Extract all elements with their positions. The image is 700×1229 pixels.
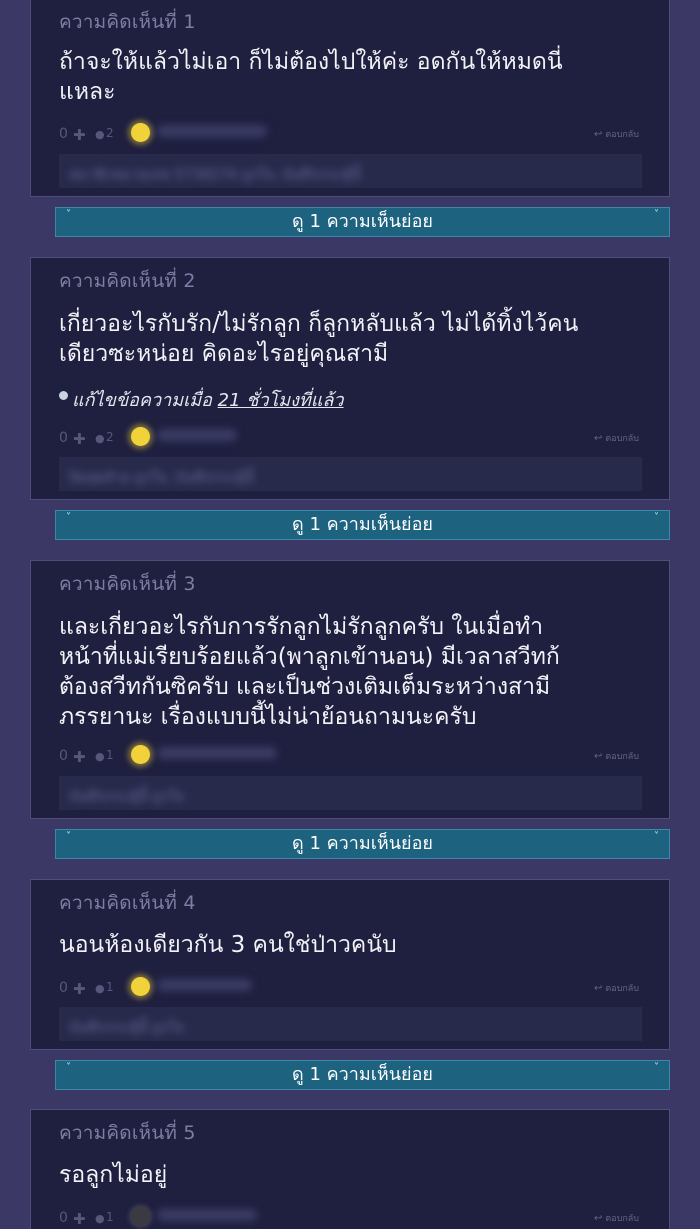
member-name[interactable] — [157, 979, 252, 991]
avatar[interactable] — [131, 1207, 150, 1226]
emotion-icon[interactable]: ● — [95, 432, 105, 445]
reply-button[interactable]: ↩ ตอบกลับ — [594, 431, 639, 445]
comment-number: ความคิดเห็นที่ 5 — [59, 1122, 196, 1144]
comment-meta: 0 ✚ ● 2 ↩ ตอบกลับ — [59, 427, 639, 449]
avatar[interactable] — [131, 123, 150, 142]
chevron-down-icon: ˅ — [654, 831, 659, 842]
emotion-icon[interactable]: ● — [95, 982, 105, 995]
member-name[interactable] — [157, 1209, 257, 1221]
reply-button[interactable]: ↩ ตอบกลับ — [594, 127, 639, 141]
vote-count: 0 — [59, 430, 68, 446]
reply-icon: ↩ — [593, 1213, 603, 1224]
comment-number: ความคิดเห็นที่ 4 — [59, 892, 196, 914]
comment-card: ความคิดเห็นที่ 3 และเกี่ยวอะไรกับการรักล… — [30, 560, 670, 819]
comment-feed: ความคิดเห็นที่ 1 ถ้าจะให้แล้วไม่เอา ก็ไม… — [0, 0, 700, 1229]
avatar[interactable] — [131, 745, 150, 764]
plus-icon[interactable]: ✚ — [73, 126, 86, 144]
comment-text: เกี่ยวอะไรกับรัก/ไม่รักลูก ก็ลูกหลับแล้ว… — [59, 311, 579, 367]
expand-subcomments-button[interactable]: ˅ ดู 1 ความเห็นย่อย ˅ — [55, 510, 670, 540]
comment-meta: 0 ✚ ● 1 ↩ ตอบกลับ — [59, 977, 639, 999]
chevron-down-icon: ˅ — [66, 209, 71, 220]
emotion-icon[interactable]: ● — [95, 128, 105, 141]
comment-card: ความคิดเห็นที่ 1 ถ้าจะให้แล้วไม่เอา ก็ไม… — [30, 0, 670, 197]
plus-icon[interactable]: ✚ — [73, 980, 86, 998]
member-name[interactable] — [157, 429, 237, 441]
member-name[interactable] — [157, 747, 277, 759]
subcomment-preview: บันทึกกระทู้นี้ ถูกใจ — [59, 776, 642, 810]
avatar[interactable] — [131, 427, 150, 446]
chevron-down-icon: ˅ — [66, 1062, 71, 1073]
emotion-count: 2 — [106, 126, 114, 140]
reply-button[interactable]: ↩ ตอบกลับ — [594, 981, 639, 995]
subcomment-preview: ปิดสุดท้าย ถูกใจ, บันทึกกระทู้นี้ — [59, 457, 642, 491]
comment-card: ความคิดเห็นที่ 2 เกี่ยวอะไรกับรัก/ไม่รัก… — [30, 257, 670, 500]
comment-text: และเกี่ยวอะไรกับการรักลูกไม่รักลูกครับ ใ… — [59, 614, 560, 730]
member-name[interactable] — [157, 125, 267, 137]
edit-note: แก้ไขข้อความเมื่อ 21 ชั่วโมงที่แล้ว — [59, 385, 344, 414]
comment-text: ถ้าจะให้แล้วไม่เอา ก็ไม่ต้องไปให้ค่ะ อดก… — [59, 49, 563, 105]
comment-card: ความคิดเห็นที่ 5 รอลูกไม่อยู่ 0 ✚ ● 1 ↩ ต… — [30, 1109, 670, 1229]
info-dot-icon — [59, 391, 68, 400]
comment-meta: 0 ✚ ● 1 ↩ ตอบกลับ — [59, 1207, 639, 1229]
expand-subcomments-button[interactable]: ˅ ดู 1 ความเห็นย่อย ˅ — [55, 1060, 670, 1090]
emotion-count: 1 — [106, 1210, 114, 1224]
emotion-count: 2 — [106, 430, 114, 444]
vote-count: 0 — [59, 1210, 68, 1226]
reply-icon: ↩ — [593, 983, 603, 994]
chevron-down-icon: ˅ — [654, 512, 659, 523]
chevron-down-icon: ˅ — [654, 1062, 659, 1073]
chevron-down-icon: ˅ — [66, 831, 71, 842]
comment-card: ความคิดเห็นที่ 4 นอนห้องเดียวกัน 3 คนใช่… — [30, 879, 670, 1050]
reply-icon: ↩ — [593, 129, 603, 140]
subcomment-preview: บันทึกกระทู้นี้ ถูกใจ — [59, 1007, 642, 1041]
vote-count: 0 — [59, 980, 68, 996]
reply-icon: ↩ — [593, 433, 603, 444]
reply-button[interactable]: ↩ ตอบกลับ — [594, 749, 639, 763]
chevron-down-icon: ˅ — [654, 209, 659, 220]
reply-icon: ↩ — [593, 751, 603, 762]
expand-subcomments-button[interactable]: ˅ ดู 1 ความเห็นย่อย ˅ — [55, 829, 670, 859]
comment-meta: 0 ✚ ● 2 ↩ ตอบกลับ — [59, 123, 639, 145]
emotion-icon[interactable]: ● — [95, 750, 105, 763]
subcomment-preview: สมาชิกหมายเลข 5738274 ถูกใจ, บันทึกกระทู… — [59, 154, 642, 188]
plus-icon[interactable]: ✚ — [73, 1210, 86, 1228]
emotion-count: 1 — [106, 748, 114, 762]
comment-number: ความคิดเห็นที่ 2 — [59, 270, 196, 292]
chevron-down-icon: ˅ — [66, 512, 71, 523]
comment-text: นอนห้องเดียวกัน 3 คนใช่ป่าวคนับ — [59, 932, 397, 958]
comment-number: ความคิดเห็นที่ 1 — [59, 11, 196, 33]
avatar[interactable] — [131, 977, 150, 996]
comment-text: รอลูกไม่อยู่ — [59, 1162, 168, 1188]
reply-button[interactable]: ↩ ตอบกลับ — [594, 1211, 639, 1225]
comment-meta: 0 ✚ ● 1 ↩ ตอบกลับ — [59, 745, 639, 767]
vote-count: 0 — [59, 126, 68, 142]
vote-count: 0 — [59, 748, 68, 764]
emotion-count: 1 — [106, 980, 114, 994]
plus-icon[interactable]: ✚ — [73, 430, 86, 448]
plus-icon[interactable]: ✚ — [73, 748, 86, 766]
emotion-icon[interactable]: ● — [95, 1212, 105, 1225]
expand-subcomments-button[interactable]: ˅ ดู 1 ความเห็นย่อย ˅ — [55, 207, 670, 237]
comment-number: ความคิดเห็นที่ 3 — [59, 573, 196, 595]
